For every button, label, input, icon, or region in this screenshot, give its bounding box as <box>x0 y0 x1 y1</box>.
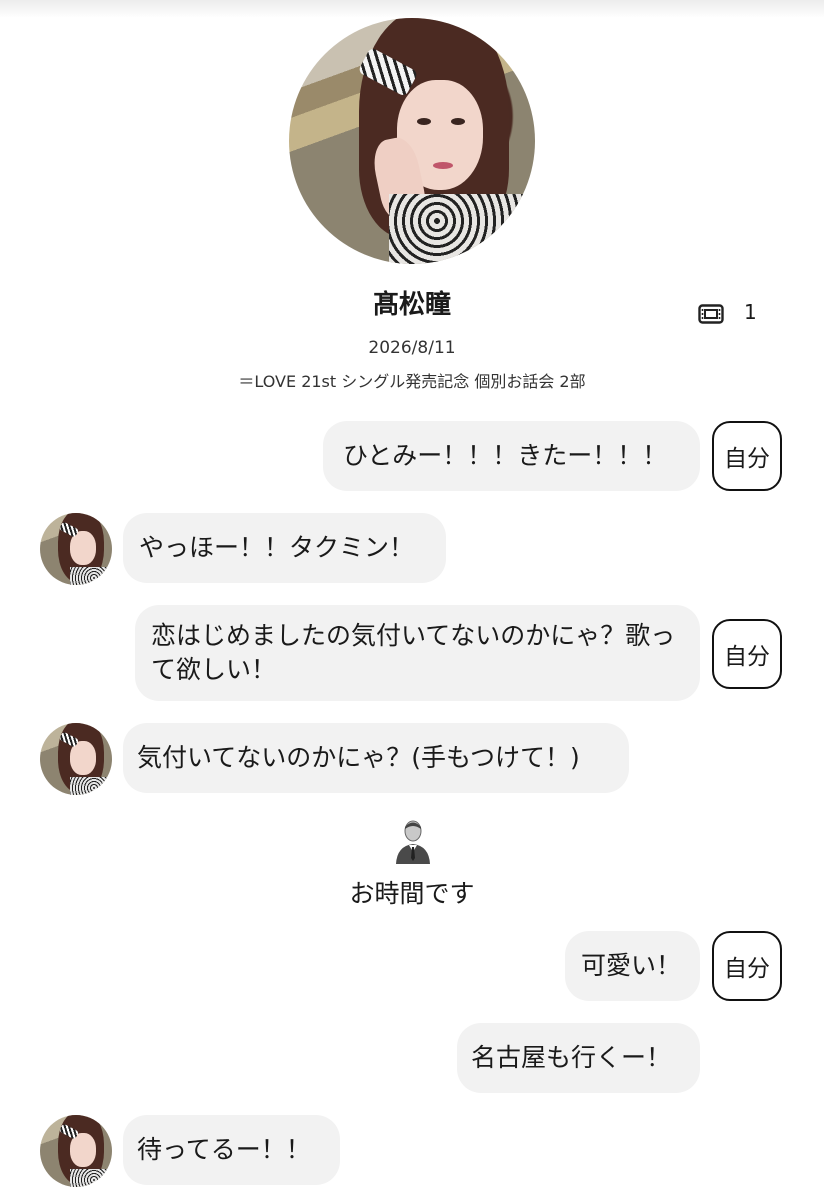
top-edge-shadow <box>0 0 824 18</box>
message-text: 恋はじめましたの気付いてないのかにゃ？歌って欲しい！ <box>151 621 676 684</box>
self-sender-tag: 自分 <box>712 931 782 1001</box>
ticket-icon <box>698 304 724 324</box>
event-title: ＝LOVE 21st シングル発売記念 個別お話会 2部 <box>238 372 586 391</box>
self-sender-tag: 自分 <box>712 421 782 491</box>
message-bubble-self: 可愛い！ <box>565 931 700 1001</box>
message-text: 可愛い！ <box>581 951 682 980</box>
system-message: お時間です <box>349 879 475 908</box>
idol-avatar[interactable] <box>40 723 112 795</box>
message-text: ひとみー！！！きたー！！！ <box>343 441 668 470</box>
message-text: 名古屋も行くー！ <box>471 1043 672 1072</box>
message-bubble-self: ひとみー！！！きたー！！！ <box>323 421 700 491</box>
chat-log-page: 髙松瞳 1 2026/8/11 ＝LOVE 21st シングル発売記念 個別お話… <box>0 0 824 1200</box>
message-bubble-idol: 気付いてないのかにゃ？(手もつけて！) <box>123 723 629 793</box>
message-text: 気付いてないのかにゃ？(手もつけて！) <box>137 743 580 772</box>
self-sender-tag: 自分 <box>712 619 782 689</box>
event-date: 2026/8/11 <box>368 338 456 358</box>
staff-person-icon <box>396 820 430 864</box>
message-bubble-self: 名古屋も行くー！ <box>457 1023 700 1093</box>
profile-avatar[interactable] <box>289 18 535 264</box>
message-text: やっほー！！タクミン！ <box>139 533 415 562</box>
idol-avatar[interactable] <box>40 1115 112 1187</box>
message-bubble-idol: やっほー！！タクミン！ <box>123 513 446 583</box>
idol-avatar[interactable] <box>40 513 112 585</box>
message-bubble-idol: 待ってるー！！ <box>123 1115 340 1185</box>
ticket-count: 1 <box>744 300 757 324</box>
message-bubble-self: 恋はじめましたの気付いてないのかにゃ？歌って欲しい！ <box>135 605 700 701</box>
message-text: 待ってるー！！ <box>137 1135 311 1164</box>
